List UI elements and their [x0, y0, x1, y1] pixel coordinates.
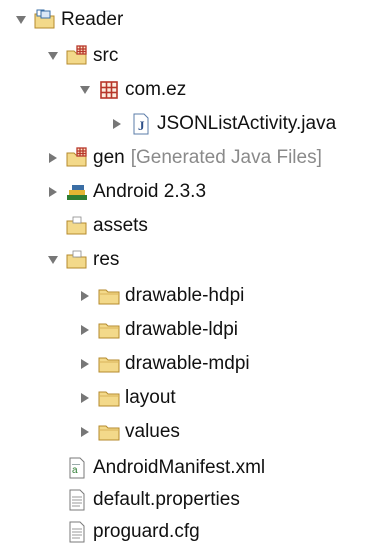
- tree-item-values[interactable]: values: [78, 416, 180, 448]
- disclosure-expanded-icon[interactable]: [46, 253, 60, 267]
- disclosure-expanded-icon[interactable]: [46, 49, 60, 63]
- resource-folder-icon: [65, 248, 89, 272]
- tree-item-decoration: [Generated Java Files]: [130, 147, 322, 168]
- disclosure-expanded-icon[interactable]: [14, 13, 28, 27]
- folder-icon: [97, 318, 121, 342]
- svg-text:a: a: [72, 465, 78, 476]
- tree-item-label: values: [125, 421, 180, 442]
- tree-item-label: drawable-hdpi: [125, 285, 245, 306]
- svg-text:J: J: [138, 118, 145, 133]
- disclosure-collapsed-icon[interactable]: [110, 117, 124, 131]
- tree-item-default-properties[interactable]: default.properties: [46, 484, 240, 516]
- tree-item-label: Reader: [61, 9, 124, 30]
- tree-item-drawable-hdpi[interactable]: drawable-hdpi: [78, 280, 244, 312]
- xml-file-icon: a: [65, 456, 89, 480]
- folder-icon: [97, 420, 121, 444]
- text-file-icon: [65, 520, 89, 544]
- tree-item-package-com-ez[interactable]: com.ez: [78, 74, 186, 106]
- disclosure-collapsed-icon[interactable]: [78, 323, 92, 337]
- folder-icon: [97, 284, 121, 308]
- library-icon: [65, 180, 89, 204]
- tree-item-label: drawable-ldpi: [125, 319, 239, 340]
- project-explorer-tree: Reader src com.ez J JSONListActivity.jav…: [0, 0, 387, 549]
- text-file-icon: [65, 488, 89, 512]
- tree-item-label: Android 2.3.3: [93, 181, 207, 202]
- disclosure-collapsed-icon[interactable]: [46, 151, 60, 165]
- tree-item-src[interactable]: src: [46, 40, 118, 72]
- tree-item-res[interactable]: res: [46, 244, 119, 276]
- folder-icon: [97, 386, 121, 410]
- folder-icon: [65, 214, 89, 238]
- tree-item-label: AndroidManifest.xml: [93, 457, 266, 478]
- tree-item-layout[interactable]: layout: [78, 382, 176, 414]
- package-icon: [97, 78, 121, 102]
- tree-item-label: com.ez: [125, 79, 187, 100]
- java-file-icon: J: [129, 112, 153, 136]
- tree-item-label: gen: [93, 147, 125, 168]
- tree-item-label: JSONListActivity.java: [157, 113, 337, 134]
- tree-item-jsonlistactivity[interactable]: J JSONListActivity.java: [110, 108, 336, 140]
- disclosure-collapsed-icon[interactable]: [78, 425, 92, 439]
- tree-item-reader[interactable]: Reader: [14, 4, 123, 36]
- tree-item-label: default.properties: [93, 489, 240, 510]
- tree-item-androidmanifest[interactable]: a AndroidManifest.xml: [46, 452, 265, 484]
- tree-item-label: src: [93, 45, 119, 66]
- generated-folder-icon: [65, 146, 89, 170]
- project-folder-icon: [33, 8, 57, 32]
- tree-item-label: layout: [125, 387, 176, 408]
- tree-item-assets[interactable]: assets: [46, 210, 148, 242]
- tree-item-proguard[interactable]: proguard.cfg: [46, 516, 200, 548]
- tree-item-drawable-ldpi[interactable]: drawable-ldpi: [78, 314, 238, 346]
- tree-item-label: drawable-mdpi: [125, 353, 250, 374]
- disclosure-collapsed-icon[interactable]: [46, 185, 60, 199]
- tree-item-label: res: [93, 249, 120, 270]
- tree-item-label: proguard.cfg: [93, 521, 200, 542]
- tree-item-label: assets: [93, 215, 148, 236]
- tree-item-drawable-mdpi[interactable]: drawable-mdpi: [78, 348, 250, 380]
- tree-item-android-library[interactable]: Android 2.3.3: [46, 176, 206, 208]
- source-folder-icon: [65, 44, 89, 68]
- tree-item-gen[interactable]: gen [Generated Java Files]: [46, 142, 322, 174]
- disclosure-collapsed-icon[interactable]: [78, 289, 92, 303]
- folder-icon: [97, 352, 121, 376]
- disclosure-expanded-icon[interactable]: [78, 83, 92, 97]
- disclosure-collapsed-icon[interactable]: [78, 357, 92, 371]
- disclosure-collapsed-icon[interactable]: [78, 391, 92, 405]
